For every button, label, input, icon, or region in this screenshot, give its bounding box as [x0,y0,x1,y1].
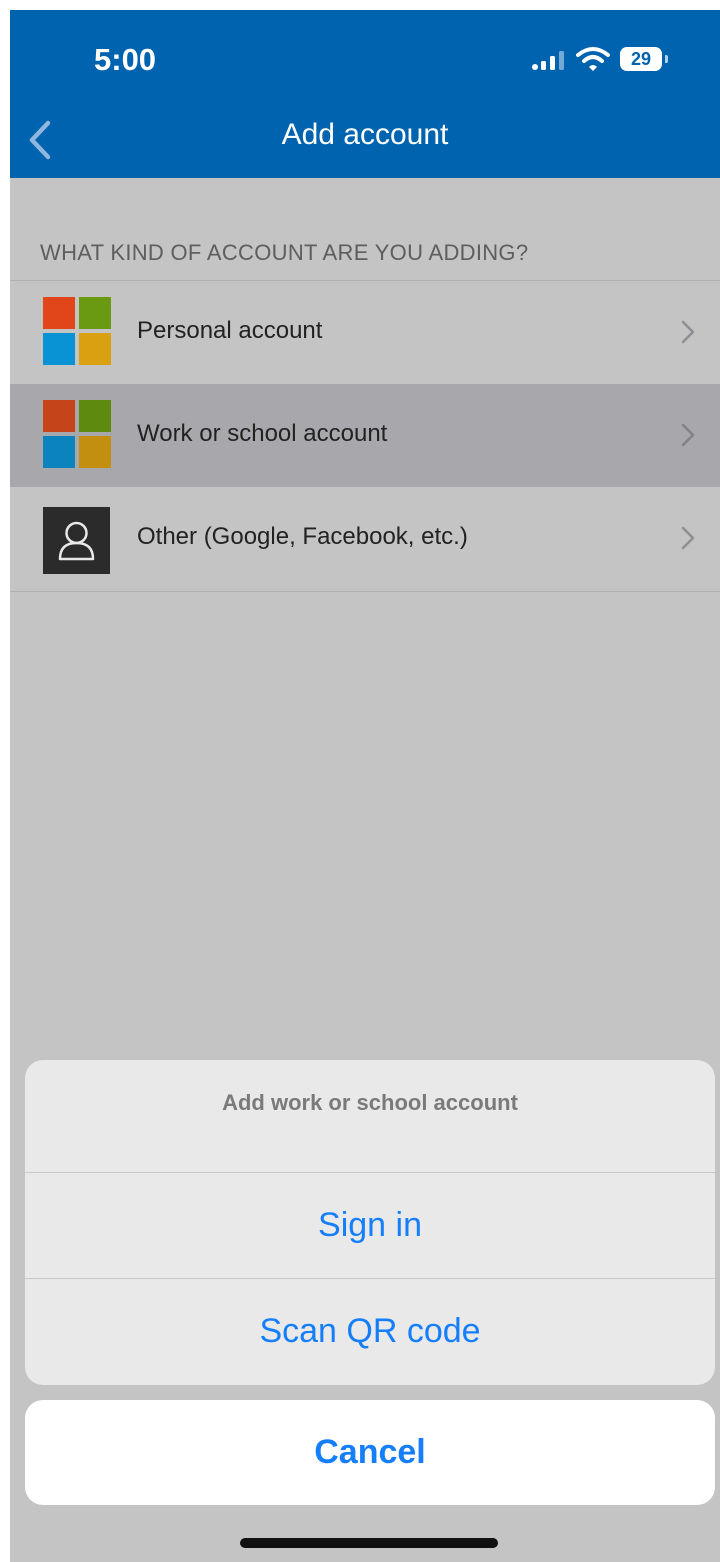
list-item-work-or-school-account[interactable]: Work or school account [10,384,720,487]
list-item-personal-account[interactable]: Personal account [10,281,720,384]
person-glyph [58,521,95,561]
signal-icon [532,51,564,70]
list-item-label: Other (Google, Facebook, etc.) [137,523,468,550]
status-icons: 29 [532,44,692,74]
home-indicator[interactable] [240,1538,498,1548]
action-sheet: Add work or school account Sign in Scan … [25,1060,715,1385]
scan-qr-code-button[interactable]: Scan QR code [25,1279,715,1384]
navigation-bar: 5:00 29 Add account [10,10,720,178]
person-icon [43,507,110,574]
action-sheet-title: Add work or school account [222,1090,518,1115]
wifi-icon [576,47,610,71]
cancel-button[interactable]: Cancel [25,1400,715,1505]
list-item-label: Work or school account [137,420,388,447]
battery-indicator: 29 [620,47,662,71]
battery-nub [665,55,668,63]
page-title: Add account [281,118,449,151]
list-bottom-divider [10,591,720,592]
chevron-right-icon [681,320,695,344]
sign-in-button[interactable]: Sign in [25,1173,715,1278]
chevron-right-icon [681,526,695,550]
list-item-label: Personal account [137,317,323,344]
screen: 5:00 29 Add account WHAT KIND OF ACCOUNT [10,10,720,1562]
section-header: WHAT KIND OF ACCOUNT ARE YOU ADDING? [40,240,529,265]
chevron-right-icon [681,423,695,447]
microsoft-logo-icon [43,297,111,365]
list-item-other-account[interactable]: Other (Google, Facebook, etc.) [10,487,720,590]
microsoft-logo-icon [43,400,111,468]
status-time: 5:00 [94,42,157,77]
